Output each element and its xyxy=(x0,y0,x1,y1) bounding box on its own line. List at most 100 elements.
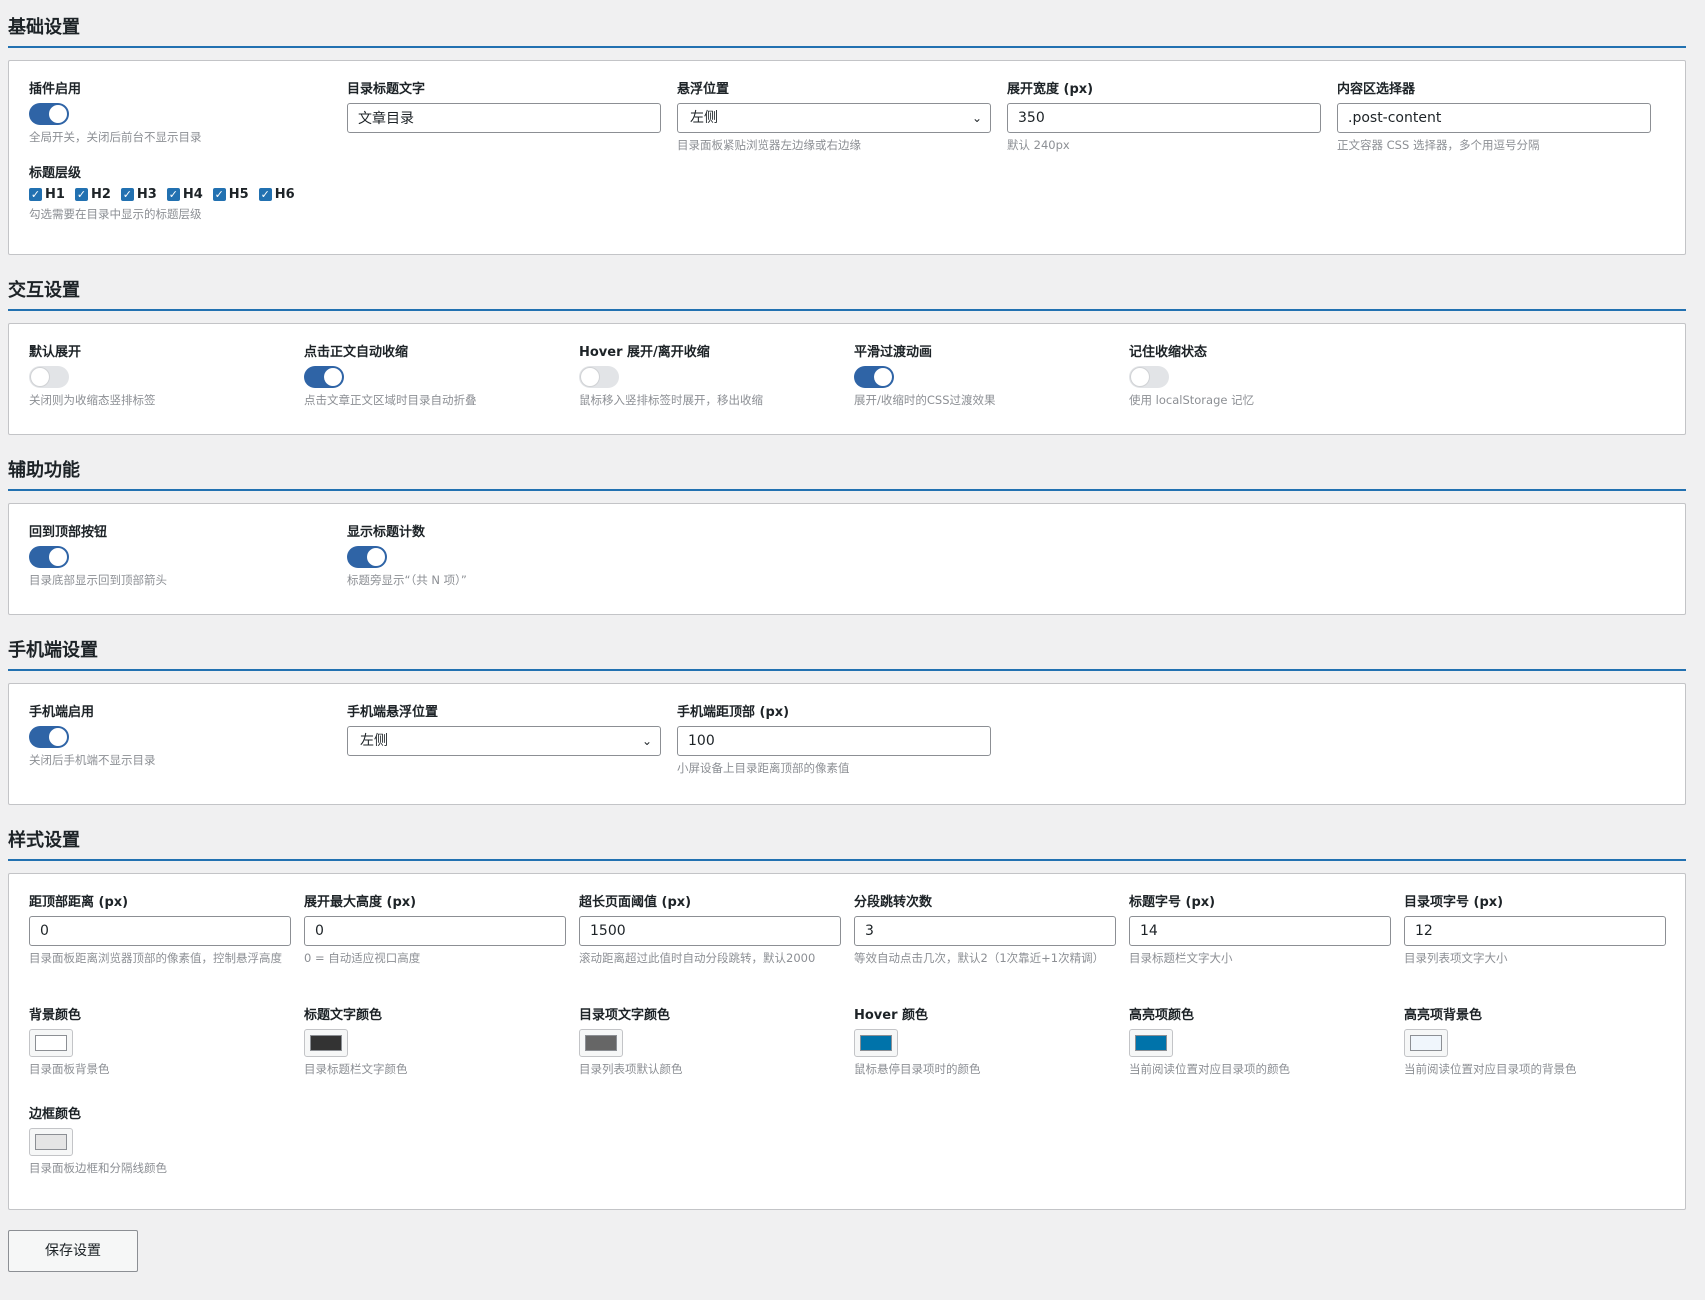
top-dist-input[interactable] xyxy=(29,916,291,946)
field-jump-count: 分段跳转次数 等效自动点击几次，默认2（1次靠近+1次精调） xyxy=(854,894,1116,966)
field-bg-color: 背景颜色 目录面板背景色 xyxy=(29,1007,110,1077)
check-icon: ✓ xyxy=(29,188,42,201)
default-expand-desc: 关闭则为收缩态竖排标签 xyxy=(29,393,156,407)
field-expand-width: 展开宽度 (px) 默认 240px xyxy=(1007,81,1321,153)
field-click-collapse: 点击正文自动收缩 点击文章正文区域时目录自动折叠 xyxy=(304,344,477,408)
item-color-desc: 目录列表项默认颜色 xyxy=(579,1062,683,1076)
content-selector-desc: 正文容器 CSS 选择器，多个用逗号分隔 xyxy=(1337,138,1540,152)
active-bg-picker[interactable] xyxy=(1404,1029,1448,1057)
content-selector-input[interactable] xyxy=(1337,103,1651,133)
panel-interaction: 默认展开 关闭则为收缩态竖排标签 点击正文自动收缩 点击文章正文区域时目录自动折… xyxy=(8,323,1686,435)
top-dist-label: 距顶部距离 (px) xyxy=(29,895,129,910)
smooth-anim-label: 平滑过渡动画 xyxy=(854,345,933,360)
toc-title-input[interactable] xyxy=(347,103,661,133)
hover-expand-toggle[interactable] xyxy=(579,366,619,388)
checkbox-h6[interactable]: ✓ H6 xyxy=(258,187,295,202)
toggle-knob xyxy=(873,367,893,387)
float-pos-label: 悬浮位置 xyxy=(677,82,730,97)
toggle-knob xyxy=(48,547,68,567)
toggle-knob xyxy=(1130,367,1150,387)
toggle-knob xyxy=(48,104,68,124)
max-height-input[interactable] xyxy=(304,916,566,946)
item-font-desc: 目录列表项文字大小 xyxy=(1404,951,1508,965)
panel-style: 距顶部距离 (px) 目录面板距离浏览器顶部的像素值，控制悬浮高度 展开最大高度… xyxy=(8,873,1686,1210)
expand-width-input[interactable] xyxy=(1007,103,1321,133)
color-fill xyxy=(35,1035,67,1051)
plugin-enabled-desc: 全局开关，关闭后前台不显示目录 xyxy=(29,130,202,144)
color-fill xyxy=(1135,1035,1167,1051)
field-top-dist: 距顶部距离 (px) 目录面板距离浏览器顶部的像素值，控制悬浮高度 xyxy=(29,894,291,966)
chevron-down-icon: ⌄ xyxy=(971,111,982,125)
field-show-count: 显示标题计数 标题旁显示“（共 N 项）” xyxy=(347,524,467,588)
field-border-color: 边框颜色 目录面板边框和分隔线颜色 xyxy=(29,1106,167,1176)
title-color-desc: 目录标题栏文字颜色 xyxy=(304,1062,408,1076)
default-expand-toggle[interactable] xyxy=(29,366,69,388)
field-max-height: 展开最大高度 (px) 0 = 自动适应视口高度 xyxy=(304,894,566,966)
item-font-input[interactable] xyxy=(1404,916,1666,946)
hover-color-desc: 鼠标悬停目录项时的颜色 xyxy=(854,1062,981,1076)
title-font-label: 标题字号 (px) xyxy=(1129,895,1216,910)
border-color-picker[interactable] xyxy=(29,1128,73,1156)
default-expand-label: 默认展开 xyxy=(29,345,82,360)
show-count-toggle[interactable] xyxy=(347,546,387,568)
field-back-to-top: 回到顶部按钮 目录底部显示回到顶部箭头 xyxy=(29,524,167,588)
toggle-knob xyxy=(323,367,343,387)
title-font-input[interactable] xyxy=(1129,916,1391,946)
title-color-label: 标题文字颜色 xyxy=(304,1008,383,1023)
checkbox-h3[interactable]: ✓ H3 xyxy=(120,187,157,202)
checkbox-label: H5 xyxy=(228,187,249,202)
hover-color-picker[interactable] xyxy=(854,1029,898,1057)
back-to-top-desc: 目录底部显示回到顶部箭头 xyxy=(29,573,167,587)
click-collapse-toggle[interactable] xyxy=(304,366,344,388)
settings-page: 基础设置 插件启用 全局开关，关闭后前台不显示目录 目录标题文字 悬浮位置 左侧… xyxy=(8,0,1686,1280)
checkbox-h1[interactable]: ✓ H1 xyxy=(29,187,65,202)
color-fill xyxy=(310,1035,342,1051)
check-icon: ✓ xyxy=(74,188,88,201)
mobile-top-offset-input[interactable] xyxy=(677,726,991,756)
plugin-enabled-toggle[interactable] xyxy=(29,103,69,125)
max-height-desc: 0 = 自动适应视口高度 xyxy=(304,951,421,965)
max-height-label: 展开最大高度 (px) xyxy=(304,895,417,910)
jump-count-label: 分段跳转次数 xyxy=(854,895,933,910)
save-button[interactable]: 保存设置 xyxy=(8,1230,138,1272)
back-to-top-toggle[interactable] xyxy=(29,546,69,568)
jump-count-input[interactable] xyxy=(854,916,1116,946)
field-float-pos: 悬浮位置 左侧 ⌄ 目录面板紧贴浏览器左边缘或右边缘 xyxy=(677,81,991,153)
smooth-anim-toggle[interactable] xyxy=(854,366,894,388)
checkbox-h4[interactable]: ✓ H4 xyxy=(166,187,203,202)
show-count-label: 显示标题计数 xyxy=(347,525,426,540)
checkbox-label: H4 xyxy=(182,187,203,202)
bg-color-picker[interactable] xyxy=(29,1029,73,1057)
heading-levels-label: 标题层级 xyxy=(29,166,82,181)
mobile-float-pos-select[interactable]: 左侧 ⌄ xyxy=(347,726,661,756)
color-fill xyxy=(1410,1035,1442,1051)
field-hover-color: Hover 颜色 鼠标悬停目录项时的颜色 xyxy=(854,1007,981,1077)
content-selector-label: 内容区选择器 xyxy=(1337,82,1416,97)
panel-mobile: 手机端启用 关闭后手机端不显示目录 手机端悬浮位置 左侧 ⌄ 手机端距顶部 (p… xyxy=(8,683,1686,805)
field-active-bg: 高亮项背景色 当前阅读位置对应目录项的背景色 xyxy=(1404,1007,1577,1077)
item-color-picker[interactable] xyxy=(579,1029,623,1057)
field-mobile-top-offset: 手机端距顶部 (px) 小屏设备上目录距离顶部的像素值 xyxy=(677,704,991,776)
panel-aux: 回到顶部按钮 目录底部显示回到顶部箭头 显示标题计数 标题旁显示“（共 N 项）… xyxy=(8,503,1686,615)
toggle-knob xyxy=(48,727,68,747)
mobile-float-pos-label: 手机端悬浮位置 xyxy=(347,705,439,720)
checkbox-h2[interactable]: ✓ H2 xyxy=(74,187,111,202)
checkbox-h5[interactable]: ✓ H5 xyxy=(212,187,249,202)
float-pos-value: 左侧 xyxy=(690,110,718,126)
expand-width-label: 展开宽度 (px) xyxy=(1007,82,1094,97)
mobile-top-offset-label: 手机端距顶部 (px) xyxy=(677,705,790,720)
active-color-picker[interactable] xyxy=(1129,1029,1173,1057)
item-font-label: 目录项字号 (px) xyxy=(1404,895,1504,910)
color-fill xyxy=(35,1134,67,1150)
field-long-threshold: 超长页面阈值 (px) 滚动距离超过此值时自动分段跳转，默认2000 xyxy=(579,894,841,966)
remember-state-toggle[interactable] xyxy=(1129,366,1169,388)
long-threshold-input[interactable] xyxy=(579,916,841,946)
field-item-color: 目录项文字颜色 目录列表项默认颜色 xyxy=(579,1007,683,1077)
mobile-enabled-toggle[interactable] xyxy=(29,726,69,748)
field-title-color: 标题文字颜色 目录标题栏文字颜色 xyxy=(304,1007,408,1077)
float-pos-select[interactable]: 左侧 ⌄ xyxy=(677,103,991,133)
panel-basic: 插件启用 全局开关，关闭后前台不显示目录 目录标题文字 悬浮位置 左侧 ⌄ 目录… xyxy=(8,60,1686,255)
color-fill xyxy=(585,1035,617,1051)
title-color-picker[interactable] xyxy=(304,1029,348,1057)
field-hover-expand: Hover 展开/离开收缩 鼠标移入竖排标签时展开，移出收缩 xyxy=(579,344,763,408)
